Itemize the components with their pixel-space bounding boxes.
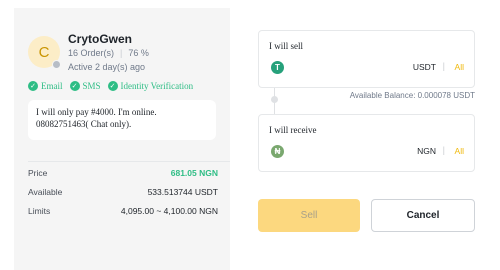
receive-field-label: I will receive: [269, 125, 317, 135]
sell-field-label: I will sell: [269, 41, 303, 51]
last-active: Active 2 day(s) ago: [68, 62, 146, 72]
verification-email: ✓ Email: [28, 81, 63, 91]
merchant-panel: C CrytoGwen 16 Order(s) | 76 % Active 2 …: [14, 8, 230, 270]
price-value: 681.05 NGN: [170, 168, 218, 178]
receive-currency: NGN: [417, 146, 436, 156]
offline-status-dot: [52, 60, 61, 69]
limits-value: 4,095.00 ~ 4,100.00 NGN: [120, 206, 218, 216]
available-balance: Available Balance: 0.000078 USDT: [349, 91, 475, 100]
detail-label: Limits: [28, 206, 51, 216]
detail-row-available: Available 533.513744 USDT: [28, 187, 218, 197]
avatar: C: [28, 36, 61, 69]
detail-label: Price: [28, 168, 48, 178]
currency-separator: |: [442, 61, 445, 71]
verification-sms: ✓ SMS: [69, 81, 101, 91]
divider: [28, 161, 230, 162]
available-value: 533.513744 USDT: [147, 187, 218, 197]
stats-separator: |: [120, 48, 123, 58]
receive-amount-field[interactable]: I will receive ₦ NGN | All: [258, 114, 475, 172]
ngn-coin-icon: ₦: [271, 145, 284, 158]
verification-identity: ✓ Identity Verification: [107, 81, 194, 91]
trade-form: I will sell T USDT | All Available Balan…: [230, 8, 486, 270]
merchant-stats: 16 Order(s) | 76 %: [68, 48, 149, 58]
order-count: 16 Order(s): [68, 48, 115, 58]
merchant-remark: I will only pay #4000. I'm online. 08082…: [28, 100, 216, 140]
completion-rate: 76 %: [128, 48, 149, 58]
connector-dot: [271, 96, 278, 103]
sell-amount-field[interactable]: I will sell T USDT | All: [258, 30, 475, 88]
check-icon: ✓: [107, 81, 118, 91]
detail-label: Available: [28, 187, 63, 197]
usdt-coin-icon: T: [271, 61, 284, 74]
avatar-letter: C: [38, 43, 50, 61]
currency-separator: |: [442, 145, 445, 155]
detail-row-limits: Limits 4,095.00 ~ 4,100.00 NGN: [28, 206, 218, 216]
check-icon: ✓: [69, 81, 80, 91]
receive-all-link[interactable]: All: [455, 146, 464, 156]
verification-label: SMS: [82, 81, 101, 91]
sell-all-link[interactable]: All: [455, 62, 464, 72]
sell-button[interactable]: Sell: [258, 199, 360, 232]
top-strip: [0, 0, 500, 8]
cancel-button[interactable]: Cancel: [371, 199, 475, 232]
detail-row-price: Price 681.05 NGN: [28, 168, 218, 178]
check-icon: ✓: [28, 81, 38, 91]
merchant-name[interactable]: CrytoGwen: [68, 32, 132, 46]
sell-currency: USDT: [412, 62, 436, 72]
verification-label: Email: [41, 81, 63, 91]
verification-list: ✓ Email ✓ SMS ✓ Identity Verification: [28, 81, 193, 91]
verification-label: Identity Verification: [120, 81, 194, 91]
